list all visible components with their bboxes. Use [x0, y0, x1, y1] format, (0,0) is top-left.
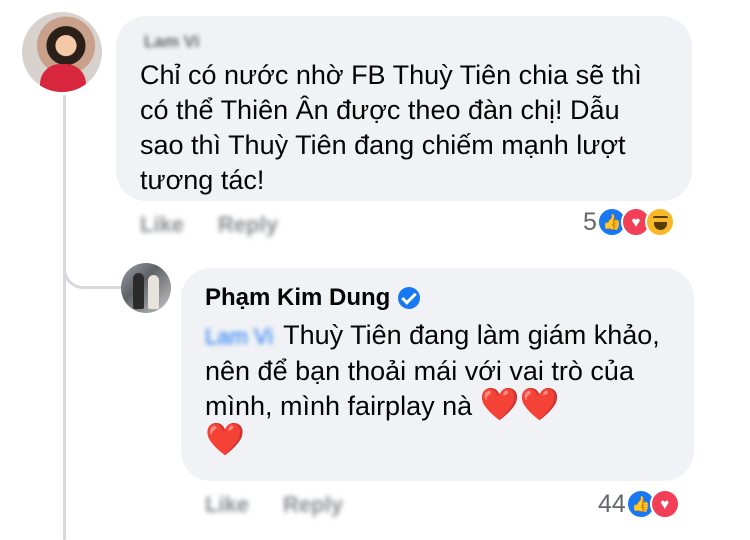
- avatar-figure: [148, 275, 159, 309]
- comment-author[interactable]: Phạm Kim Dung: [205, 284, 390, 312]
- avatar[interactable]: [121, 263, 171, 313]
- reply-button[interactable]: Reply: [218, 212, 278, 238]
- reaction-count: 5: [583, 207, 597, 236]
- heart-emoji: ❤️: [479, 386, 520, 422]
- avatar-figure: [133, 273, 144, 309]
- reaction-count: 44: [598, 489, 626, 518]
- love-icon: ♥: [649, 489, 680, 519]
- thread-line: [63, 95, 66, 540]
- comment-actions: Like Reply: [205, 492, 343, 518]
- like-button[interactable]: Like: [205, 492, 249, 518]
- verified-badge-icon: [398, 287, 421, 309]
- reply-text: Thuỳ Tiên đang làm giám khảo, nên để bạn…: [205, 320, 660, 421]
- comment-bubble: Lam Vi Chỉ có nước nhờ FB Thuỳ Tiên chia…: [116, 16, 692, 201]
- reply-bubble: Phạm Kim Dung Lam Vi Thuỳ Tiên đang làm g…: [181, 268, 694, 481]
- comment-author[interactable]: Lam Vi: [144, 30, 668, 54]
- reply-button[interactable]: Reply: [283, 492, 343, 518]
- avatar[interactable]: [22, 12, 102, 92]
- heart-emoji: ❤️: [205, 421, 245, 457]
- comment-text: Chỉ có nước nhờ FB Thuỳ Tiên chia sẽ thì…: [140, 60, 642, 195]
- reaction-summary[interactable]: 44 👍 ♥: [598, 489, 680, 519]
- avatar-shirt: [40, 64, 86, 92]
- comment-text: Lam Vi Thuỳ Tiên đang làm giám khảo, nên …: [205, 318, 670, 459]
- reaction-summary[interactable]: 5 👍 ♥: [583, 207, 675, 237]
- mention-link[interactable]: Lam Vi: [205, 319, 273, 354]
- like-button[interactable]: Like: [140, 212, 184, 238]
- comment-actions: Like Reply: [140, 212, 278, 238]
- reply-connector-line: [63, 255, 123, 289]
- heart-emoji: ❤️: [519, 386, 560, 422]
- haha-icon: [644, 207, 675, 237]
- author-row: Phạm Kim Dung: [205, 282, 670, 314]
